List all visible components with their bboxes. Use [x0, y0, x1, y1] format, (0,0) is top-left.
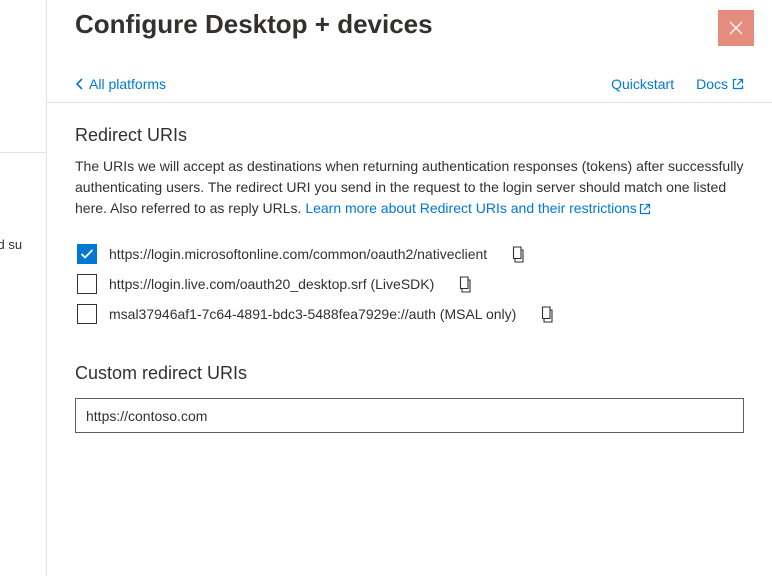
- uri-checkbox[interactable]: [77, 274, 97, 294]
- copy-icon[interactable]: [456, 276, 471, 293]
- uri-label: https://login.microsoftonline.com/common…: [109, 246, 487, 262]
- redirect-uri-row: msal37946af1-7c64-4891-bdc3-5488fea7929e…: [77, 299, 744, 329]
- uri-label: msal37946af1-7c64-4891-bdc3-5488fea7929e…: [109, 306, 516, 322]
- docs-label: Docs: [696, 76, 728, 92]
- background-left: red su: [0, 0, 46, 576]
- close-button[interactable]: [718, 10, 754, 46]
- back-all-platforms-link[interactable]: All platforms: [75, 76, 166, 92]
- copy-icon[interactable]: [538, 306, 553, 323]
- learn-more-link[interactable]: Learn more about Redirect URIs and their…: [305, 200, 650, 216]
- checkmark-icon: [80, 248, 94, 260]
- uri-label: https://login.live.com/oauth20_desktop.s…: [109, 276, 434, 292]
- close-icon: [729, 21, 743, 35]
- redirect-uri-row: https://login.microsoftonline.com/common…: [77, 239, 744, 269]
- uri-checkbox[interactable]: [77, 304, 97, 324]
- quickstart-link[interactable]: Quickstart: [611, 76, 674, 92]
- panel-content: Redirect URIs The URIs we will accept as…: [47, 103, 772, 433]
- redirect-uri-row: https://login.live.com/oauth20_desktop.s…: [77, 269, 744, 299]
- custom-redirect-title: Custom redirect URIs: [75, 363, 744, 384]
- learn-more-label: Learn more about Redirect URIs and their…: [305, 200, 636, 216]
- configure-panel: Configure Desktop + devices All platform…: [46, 0, 772, 576]
- chevron-left-icon: [75, 78, 85, 90]
- uri-checkbox[interactable]: [77, 244, 97, 264]
- back-link-label: All platforms: [89, 76, 166, 92]
- quickstart-label: Quickstart: [611, 76, 674, 92]
- sub-header: All platforms Quickstart Docs: [47, 46, 772, 103]
- copy-icon[interactable]: [509, 246, 524, 263]
- header-links: Quickstart Docs: [611, 76, 744, 92]
- redirect-uris-description: The URIs we will accept as destinations …: [75, 156, 744, 219]
- docs-link[interactable]: Docs: [696, 76, 744, 92]
- redirect-uris-title: Redirect URIs: [75, 125, 744, 146]
- custom-redirect-input[interactable]: [75, 398, 744, 433]
- external-link-icon: [639, 203, 651, 215]
- external-link-icon: [732, 78, 744, 90]
- redirect-uri-list: https://login.microsoftonline.com/common…: [77, 239, 744, 329]
- page-title: Configure Desktop + devices: [75, 8, 433, 42]
- panel-header: Configure Desktop + devices: [47, 0, 772, 46]
- bg-divider: [0, 152, 46, 153]
- bg-cutoff-text: red su: [0, 237, 22, 252]
